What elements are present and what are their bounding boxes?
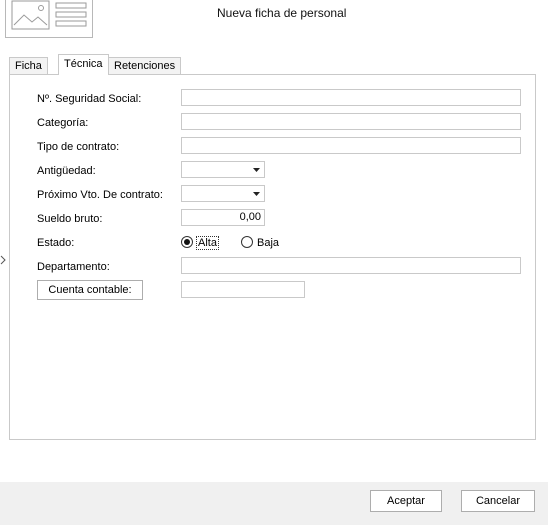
departamento-field[interactable] bbox=[181, 257, 521, 274]
sueldo-label: Sueldo bruto: bbox=[37, 213, 103, 225]
accept-button[interactable]: Aceptar bbox=[370, 490, 442, 512]
categoria-label: Categoría: bbox=[37, 117, 89, 129]
categoria-field[interactable] bbox=[181, 113, 521, 130]
cuenta-contable-button[interactable]: Cuenta contable: bbox=[37, 280, 143, 300]
chevron-down-icon[interactable] bbox=[249, 162, 264, 177]
cancel-button[interactable]: Cancelar bbox=[461, 490, 535, 512]
estado-alta-radio[interactable] bbox=[181, 236, 193, 248]
photo-placeholder[interactable] bbox=[5, 0, 93, 38]
cancel-label: Cancelar bbox=[475, 495, 521, 507]
estado-baja-radio[interactable] bbox=[241, 236, 253, 248]
window-title: Nueva ficha de personal bbox=[217, 6, 347, 20]
tipo-contrato-label: Tipo de contrato: bbox=[37, 141, 120, 153]
cuenta-contable-field[interactable] bbox=[181, 281, 305, 298]
proximo-vto-date-picker[interactable] bbox=[181, 185, 265, 202]
tab-label: Retenciones bbox=[114, 60, 176, 72]
estado-label: Estado: bbox=[37, 237, 75, 249]
image-placeholder-icon bbox=[11, 0, 87, 30]
tab-retenciones[interactable]: Retenciones bbox=[108, 57, 182, 74]
accept-label: Aceptar bbox=[387, 495, 425, 507]
antiguedad-label: Antigüedad: bbox=[37, 165, 96, 177]
tecnica-panel: Nº. Seguridad Social: Categoría: Tipo de… bbox=[9, 74, 536, 440]
departamento-label: Departamento: bbox=[37, 261, 110, 273]
nss-field[interactable] bbox=[181, 89, 521, 106]
cuenta-contable-label: Cuenta contable: bbox=[48, 284, 132, 296]
chevron-right-icon bbox=[0, 255, 6, 265]
proximo-vto-label: Próximo Vto. De contrato: bbox=[37, 189, 163, 201]
estado-alta-label: Alta bbox=[196, 236, 219, 250]
antiguedad-date-picker[interactable] bbox=[181, 161, 265, 178]
tab-label: Técnica bbox=[64, 58, 103, 70]
chevron-down-icon[interactable] bbox=[249, 186, 264, 201]
tipo-contrato-field[interactable] bbox=[181, 137, 521, 154]
sueldo-field[interactable]: 0,00 bbox=[181, 209, 265, 226]
tab-ficha[interactable]: Ficha bbox=[9, 57, 48, 74]
tab-label: Ficha bbox=[15, 60, 42, 72]
dialog-footer: Aceptar Cancelar bbox=[0, 482, 548, 525]
tab-tecnica[interactable]: Técnica bbox=[58, 54, 109, 75]
estado-baja-label: Baja bbox=[257, 237, 280, 249]
nss-label: Nº. Seguridad Social: bbox=[37, 93, 142, 105]
